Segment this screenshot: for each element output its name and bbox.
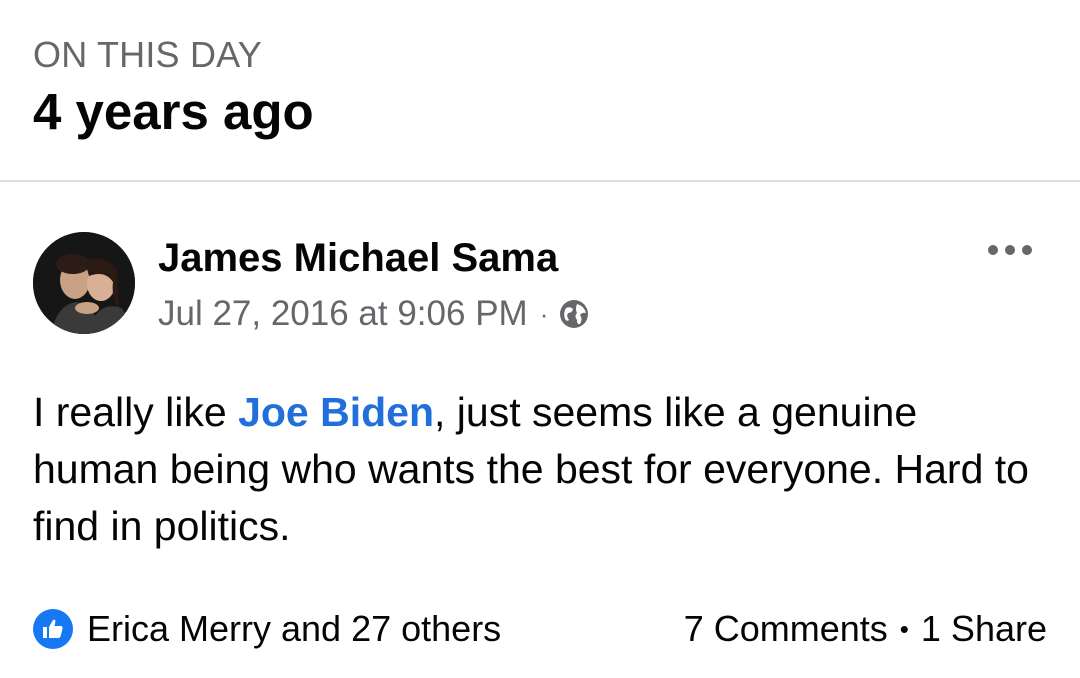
- avatar-photo: [33, 232, 135, 334]
- more-options-icon[interactable]: [988, 240, 1032, 260]
- post-timestamp[interactable]: Jul 27, 2016 at 9:06 PM: [158, 294, 528, 334]
- shares-count[interactable]: 1 Share: [921, 608, 1047, 650]
- mention-link[interactable]: Joe Biden: [238, 389, 434, 435]
- meta-separator: ·: [539, 298, 549, 329]
- memory-title: 4 years ago: [33, 83, 314, 140]
- engagement-summary: 7 Comments • 1 Share: [684, 608, 1047, 650]
- like-icon: [33, 609, 73, 649]
- memory-header: ON THIS DAY 4 years ago: [0, 0, 1080, 182]
- post-text-start: I really like: [33, 389, 239, 435]
- comments-count[interactable]: 7 Comments: [684, 608, 888, 650]
- reactions-summary[interactable]: Erica Merry and 27 others: [33, 608, 501, 650]
- more-dot: [1005, 245, 1015, 255]
- memory-kicker: ON THIS DAY: [33, 34, 262, 75]
- post-card: James Michael Sama Jul 27, 2016 at 9:06 …: [0, 184, 1080, 678]
- globe-icon[interactable]: [558, 298, 590, 330]
- engagement-separator: •: [899, 613, 909, 644]
- author-name[interactable]: James Michael Sama: [158, 236, 558, 281]
- post-text: I really like Joe Biden, just seems like…: [33, 384, 1043, 555]
- more-dot: [988, 245, 998, 255]
- post-meta: Jul 27, 2016 at 9:06 PM ·: [158, 294, 590, 334]
- reactions-label: Erica Merry and 27 others: [87, 608, 502, 649]
- avatar[interactable]: [33, 232, 135, 334]
- more-dot: [1022, 245, 1032, 255]
